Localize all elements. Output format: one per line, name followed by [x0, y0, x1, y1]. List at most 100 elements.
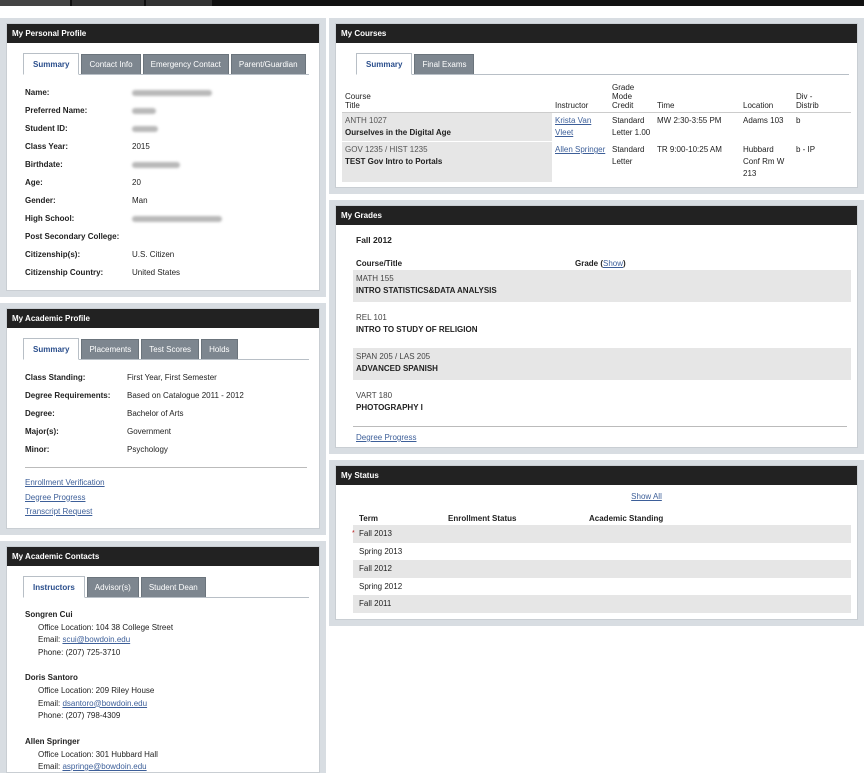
top-navigation-bar — [0, 0, 864, 6]
field-label: Student ID: — [25, 124, 68, 133]
course-code: GOV 1235 / HIST 1235 — [345, 145, 428, 154]
field-value: Bachelor of Arts — [127, 409, 184, 418]
grade-course-title: ADVANCED SPANISH — [356, 364, 438, 373]
status-title: My Status — [336, 466, 857, 485]
field-label: Post Secondary College: — [25, 232, 120, 241]
tab-final-exams[interactable]: Final Exams — [414, 54, 475, 74]
nav-tab[interactable] — [0, 0, 70, 6]
enrollment-verification-link[interactable]: Enrollment Verification — [25, 478, 105, 487]
course-row: ANTH 1027 Ourselves in the Digital Age Kri… — [342, 112, 851, 142]
field-label: Major(s): — [25, 427, 59, 436]
tab-summary[interactable]: Summary — [356, 53, 413, 75]
field-value — [132, 120, 311, 138]
personal-profile-fields: Name: Preferred Name: Student ID: Class Yea… — [15, 75, 311, 282]
status-row: Spring 2012 — [353, 578, 851, 596]
field-label: Preferred Name: — [25, 106, 88, 115]
grades-list: MATH 155 INTRO STATISTICS&DATA ANALYSIS RE… — [353, 270, 851, 419]
col-instructor: Instructor — [552, 83, 609, 113]
show-all-link[interactable]: Show All — [631, 492, 662, 501]
course-cell: ANTH 1027 Ourselves in the Digital Age — [342, 112, 552, 142]
grade-course-code: MATH 155 — [356, 274, 394, 283]
tab-test-scores[interactable]: Test Scores — [141, 339, 200, 359]
time-cell: TR 9:00-10:25 AM — [657, 145, 722, 154]
contact-list: Songren Cui Office Location: 104 38 Colle… — [15, 608, 311, 772]
grade-course-title: PHOTOGRAPHY I — [356, 403, 423, 412]
show-grades-link[interactable]: Show — [603, 259, 623, 268]
grade-row: REL 101 INTRO TO STUDY OF RELIGION — [353, 309, 851, 341]
personal-profile-title: My Personal Profile — [7, 24, 319, 43]
field-value: Government — [127, 427, 172, 436]
degree-progress-link[interactable]: Degree Progress — [25, 493, 85, 502]
academic-profile-title: My Academic Profile — [7, 309, 319, 328]
nav-tab[interactable] — [72, 0, 144, 6]
contact-email: Email: scui@bowdoin.edu — [38, 635, 131, 644]
status-panel: My Status Show All Term Enrollment Statu… — [329, 460, 864, 626]
transcript-request-link[interactable]: Transcript Request — [25, 507, 92, 516]
tab-holds[interactable]: Holds — [201, 339, 238, 359]
status-row: Fall 2011 — [353, 595, 851, 613]
current-term-marker-icon: * — [352, 530, 355, 537]
tab-emergency-contact[interactable]: Emergency Contact — [142, 54, 229, 74]
redacted-value — [132, 107, 156, 114]
instructor-link[interactable]: Krista Van Vleet — [555, 116, 591, 137]
field-value: Psychology — [127, 445, 168, 454]
field-value — [132, 210, 311, 228]
grade-row: VART 180 PHOTOGRAPHY I — [353, 387, 851, 419]
contact-email-link[interactable]: scui@bowdoin.edu — [62, 635, 130, 644]
status-term: Spring 2013 — [359, 546, 403, 556]
tab-summary[interactable]: Summary — [23, 53, 80, 75]
grades-term: Fall 2012 — [356, 235, 392, 245]
academic-contacts-title: My Academic Contacts — [7, 546, 319, 566]
grades-degree-progress-link[interactable]: Degree Progress — [356, 433, 416, 442]
personal-profile-panel: My Personal Profile Summary Contact Info… — [0, 18, 326, 297]
courses-panel: My Courses Summary Final Exams Course Tit… — [329, 18, 864, 194]
col-div-distrib: Div - Distrib — [793, 83, 851, 113]
tab-instructors[interactable]: Instructors — [23, 575, 85, 598]
grade-mode-cell: Standard Letter 1.00 — [612, 116, 651, 137]
tab-placements[interactable]: Placements — [81, 339, 140, 359]
contact-email: Email: aspringe@bowdoin.edu — [38, 762, 147, 771]
course-row: GOV 1235 / HIST 1235 TEST Gov Intro to Po… — [342, 141, 851, 183]
field-label: Citizenship Country: — [25, 268, 104, 277]
contact-card: Doris Santoro Office Location: 209 Riley … — [15, 671, 311, 723]
divider — [353, 426, 847, 427]
col-course: Course Title — [342, 83, 552, 113]
field-label: Citizenship(s): — [25, 250, 81, 259]
status-term: Spring 2012 — [359, 581, 403, 591]
redacted-value — [132, 215, 222, 222]
tab-parent-guardian[interactable]: Parent/Guardian — [230, 54, 306, 74]
time-cell: MW 2:30-3:55 PM — [657, 116, 722, 125]
personal-profile-tabs: Summary Contact Info Emergency Contact P… — [23, 53, 309, 75]
status-list: * Fall 2013 Spring 2013 Fall 2012 Spring 201… — [352, 525, 851, 613]
contact-name: Allen Springer — [25, 736, 80, 746]
grade-course-title: INTRO TO STUDY OF RELIGION — [356, 325, 478, 334]
redacted-value — [132, 161, 180, 168]
divider — [25, 467, 307, 468]
field-label: Name: — [25, 88, 50, 97]
location-cell: Hubbard Conf Rm W 213 — [743, 145, 785, 178]
tab-summary[interactable]: Summary — [23, 338, 80, 360]
field-label: Birthdate: — [25, 160, 63, 169]
redacted-value — [132, 125, 158, 132]
course-cell: GOV 1235 / HIST 1235 TEST Gov Intro to Po… — [342, 141, 552, 183]
tab-advisors[interactable]: Advisor(s) — [86, 576, 139, 597]
instructor-link[interactable]: Allen Springer — [555, 145, 605, 154]
academic-contacts-tabs: Instructors Advisor(s) Student Dean — [23, 575, 309, 598]
contact-office: Office Location: 301 Hubbard Hall — [38, 749, 158, 759]
tab-contact-info[interactable]: Contact Info — [81, 54, 141, 74]
contact-name: Songren Cui — [25, 609, 73, 619]
instructor-cell: Krista Van Vleet — [552, 113, 609, 142]
contact-office: Office Location: 209 Riley House — [38, 686, 155, 695]
academic-links: Enrollment Verification Degree Progress … — [15, 476, 311, 520]
contact-email-link[interactable]: dsantoro@bowdoin.edu — [62, 699, 147, 708]
field-value: First Year, First Semester — [127, 373, 217, 382]
tab-student-dean[interactable]: Student Dean — [140, 576, 206, 597]
contact-phone: Phone: (207) 798-4309 — [38, 711, 121, 720]
contact-phone: Phone: (207) 725-3710 — [38, 647, 121, 657]
col-location: Location — [740, 83, 793, 113]
courses-title: My Courses — [336, 24, 857, 43]
nav-tab[interactable] — [146, 0, 212, 6]
course-code: ANTH 1027 — [345, 116, 387, 125]
grade-row: MATH 155 INTRO STATISTICS&DATA ANALYSIS — [353, 270, 851, 302]
contact-email-link[interactable]: aspringe@bowdoin.edu — [62, 762, 146, 771]
